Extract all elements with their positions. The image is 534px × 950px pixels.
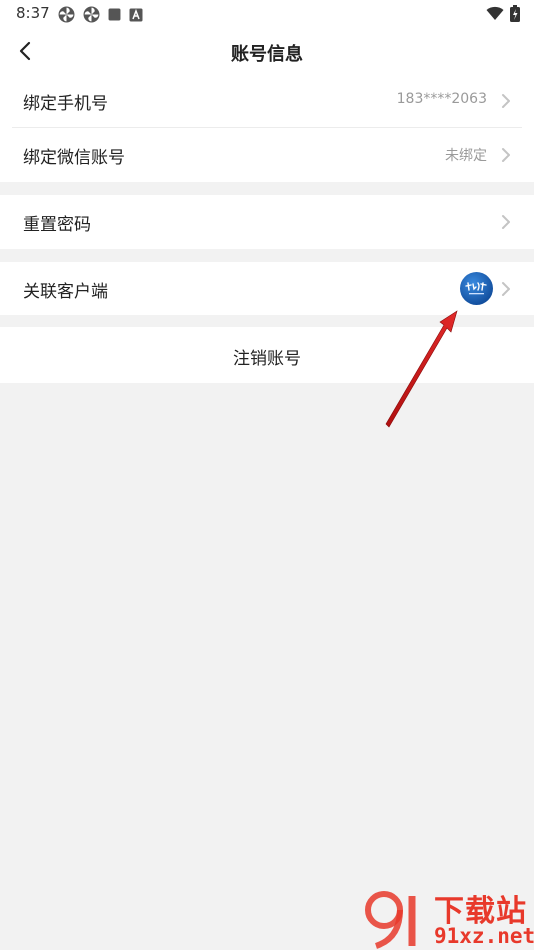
pinwheel-icon — [83, 6, 100, 23]
delete-account-label: 注销账号 — [233, 349, 301, 369]
bind-phone-row[interactable]: 绑定手机号 183****2063 — [0, 74, 534, 128]
reset-password-label: 重置密码 — [23, 215, 91, 235]
status-bar: 8:37 — [0, 0, 534, 28]
watermark-logo-icon — [365, 891, 416, 949]
chevron-right-icon — [502, 94, 510, 108]
linked-client-label: 关联客户端 — [23, 282, 108, 302]
pinwheel-icon — [58, 6, 75, 23]
bind-wechat-label: 绑定微信账号 — [23, 148, 125, 168]
client-group: 关联客户端 — [0, 262, 534, 315]
password-group: 重置密码 — [0, 195, 534, 249]
bind-phone-value: 183****2063 — [396, 91, 487, 107]
binding-group: 绑定手机号 183****2063 绑定微信账号 未绑定 — [0, 74, 534, 182]
battery-icon — [510, 5, 520, 22]
delete-account-button[interactable]: 注销账号 — [0, 327, 534, 383]
bind-phone-label: 绑定手机号 — [23, 94, 108, 114]
page-title: 账号信息 — [231, 44, 303, 65]
chevron-right-icon — [502, 215, 510, 229]
bind-wechat-value: 未绑定 — [445, 148, 487, 164]
status-time: 8:37 — [16, 4, 50, 22]
client-logo-icon — [460, 272, 493, 305]
wifi-icon — [486, 6, 504, 20]
watermark-url: 91xz.net — [434, 924, 534, 948]
chevron-right-icon — [502, 282, 510, 296]
reset-password-row[interactable]: 重置密码 — [0, 195, 534, 249]
square-icon — [108, 8, 121, 21]
status-system-icons — [486, 5, 520, 22]
a-badge-icon — [129, 8, 143, 21]
watermark: 下载站 91xz.net — [360, 888, 534, 950]
linked-client-row[interactable]: 关联客户端 — [0, 262, 534, 316]
status-notification-icons — [58, 6, 143, 23]
bind-wechat-row[interactable]: 绑定微信账号 未绑定 — [0, 128, 534, 182]
nav-bar: 账号信息 — [0, 28, 534, 74]
chevron-right-icon — [502, 148, 510, 162]
